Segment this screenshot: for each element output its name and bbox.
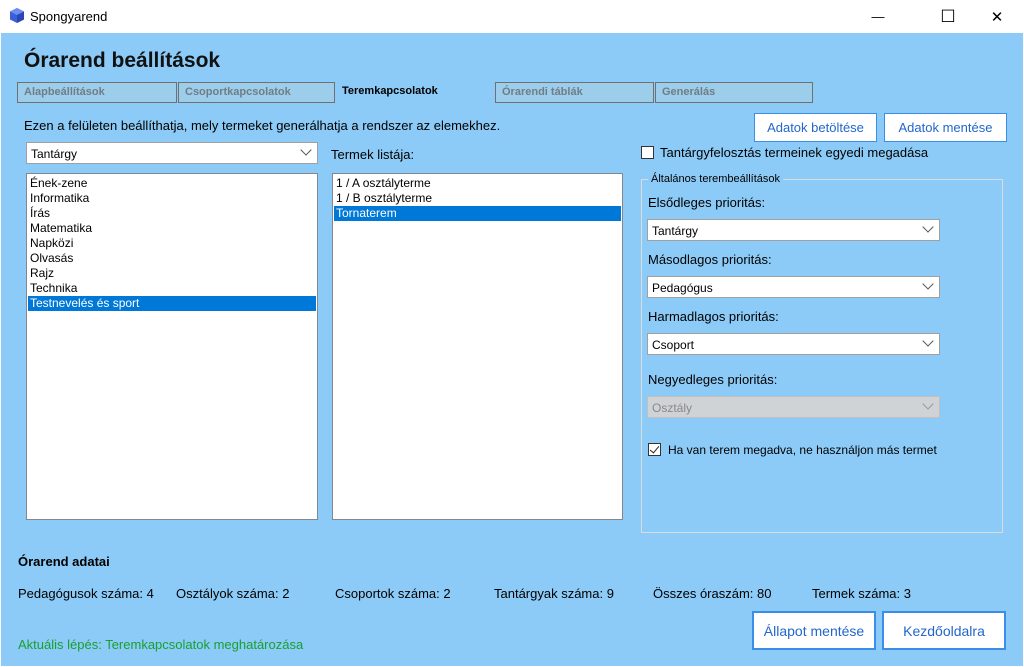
secondary-priority-select[interactable]: Pedagógus	[647, 276, 940, 298]
tab-orarendi-tablak[interactable]: Órarendi táblák	[495, 82, 654, 103]
tertiary-priority-select[interactable]: Csoport	[647, 333, 940, 355]
stat-groups: Csoportok száma: 2	[335, 586, 451, 601]
description-text: Ezen a felületen beállíthatja, mely term…	[24, 118, 501, 133]
custom-rooms-label: Tantárgyfelosztás termeinek egyedi megad…	[660, 145, 929, 160]
chevron-down-icon	[922, 335, 934, 347]
subject-list[interactable]: Ének-zene Informatika Írás Matematika Na…	[26, 173, 318, 520]
stat-subjects: Tantárgyak száma: 9	[494, 586, 614, 601]
list-item[interactable]: Informatika	[28, 191, 316, 206]
room-list[interactable]: 1 / A osztályterme 1 / B osztályterme To…	[332, 173, 623, 520]
list-item[interactable]: 1 / A osztályterme	[334, 176, 621, 191]
list-item[interactable]: Matematika	[28, 221, 316, 236]
list-item-selected[interactable]: Tornaterem	[334, 206, 621, 221]
list-item[interactable]: 1 / B osztályterme	[334, 191, 621, 206]
primary-priority-select[interactable]: Tantárgy	[647, 219, 940, 241]
stat-rooms: Termek száma: 3	[812, 586, 911, 601]
page-title: Órarend beállítások	[24, 49, 221, 72]
quaternary-priority-value: Osztály	[652, 401, 693, 415]
no-other-room-checkbox[interactable]	[648, 443, 661, 456]
custom-rooms-checkbox[interactable]	[641, 146, 654, 159]
stat-total-hours: Összes óraszám: 80	[653, 586, 772, 601]
title-bar: Spongyarend — ☐ ✕	[0, 0, 1024, 33]
save-data-button[interactable]: Adatok mentése	[884, 113, 1007, 142]
stats-title: Órarend adatai	[18, 554, 110, 569]
maximize-button[interactable]: ☐	[925, 0, 971, 33]
list-item[interactable]: Technika	[28, 281, 316, 296]
secondary-priority-label: Másodlagos prioritás:	[648, 252, 772, 267]
tab-csoportkapcsolatok[interactable]: Csoportkapcsolatok	[178, 82, 335, 103]
list-item[interactable]: Rajz	[28, 266, 316, 281]
minimize-button[interactable]: —	[855, 0, 901, 33]
element-type-value: Tantárgy	[31, 147, 78, 161]
chevron-down-icon	[300, 144, 312, 156]
app-cube-icon	[10, 8, 24, 23]
secondary-priority-value: Pedagógus	[652, 281, 713, 295]
tertiary-priority-label: Harmadlagos prioritás:	[648, 309, 779, 324]
primary-priority-value: Tantárgy	[652, 224, 699, 238]
stat-classes: Osztályok száma: 2	[176, 586, 290, 601]
no-other-room-label: Ha van terem megadva, ne használjon más …	[668, 443, 937, 457]
tab-alapbeallitasok[interactable]: Alapbeállítások	[17, 82, 177, 103]
status-text: Aktuális lépés: Teremkapcsolatok meghatá…	[18, 637, 304, 652]
list-item[interactable]: Írás	[28, 206, 316, 221]
close-icon: ✕	[990, 8, 1004, 26]
list-item[interactable]: Ének-zene	[28, 176, 316, 191]
list-item[interactable]: Napközi	[28, 236, 316, 251]
chevron-down-icon	[922, 278, 934, 290]
close-button[interactable]: ✕	[974, 0, 1020, 33]
primary-priority-label: Elsődleges prioritás:	[648, 195, 766, 210]
chevron-down-icon	[922, 221, 934, 233]
load-data-button[interactable]: Adatok betöltése	[754, 113, 877, 142]
chevron-down-icon	[922, 398, 934, 410]
tab-teremkapcsolatok[interactable]: Teremkapcsolatok	[336, 82, 494, 103]
stat-teachers: Pedagógusok száma: 4	[18, 586, 154, 601]
quaternary-priority-label: Negyedleges prioritás:	[648, 372, 778, 387]
list-item-selected[interactable]: Testnevelés és sport	[28, 296, 316, 311]
rooms-list-label: Termek listája:	[331, 147, 415, 162]
tab-generalas[interactable]: Generálás	[655, 82, 813, 103]
tertiary-priority-value: Csoport	[652, 338, 695, 352]
element-type-select[interactable]: Tantárgy	[26, 142, 318, 164]
minimize-icon: —	[871, 9, 885, 24]
list-item[interactable]: Olvasás	[28, 251, 316, 266]
quaternary-priority-select: Osztály	[647, 396, 940, 418]
general-settings-title: Általános terembeállítások	[648, 173, 784, 185]
maximize-icon: ☐	[940, 6, 956, 26]
home-button[interactable]: Kezdőoldalra	[882, 611, 1006, 650]
window-title: Spongyarend	[30, 9, 108, 24]
save-state-button[interactable]: Állapot mentése	[752, 611, 876, 650]
